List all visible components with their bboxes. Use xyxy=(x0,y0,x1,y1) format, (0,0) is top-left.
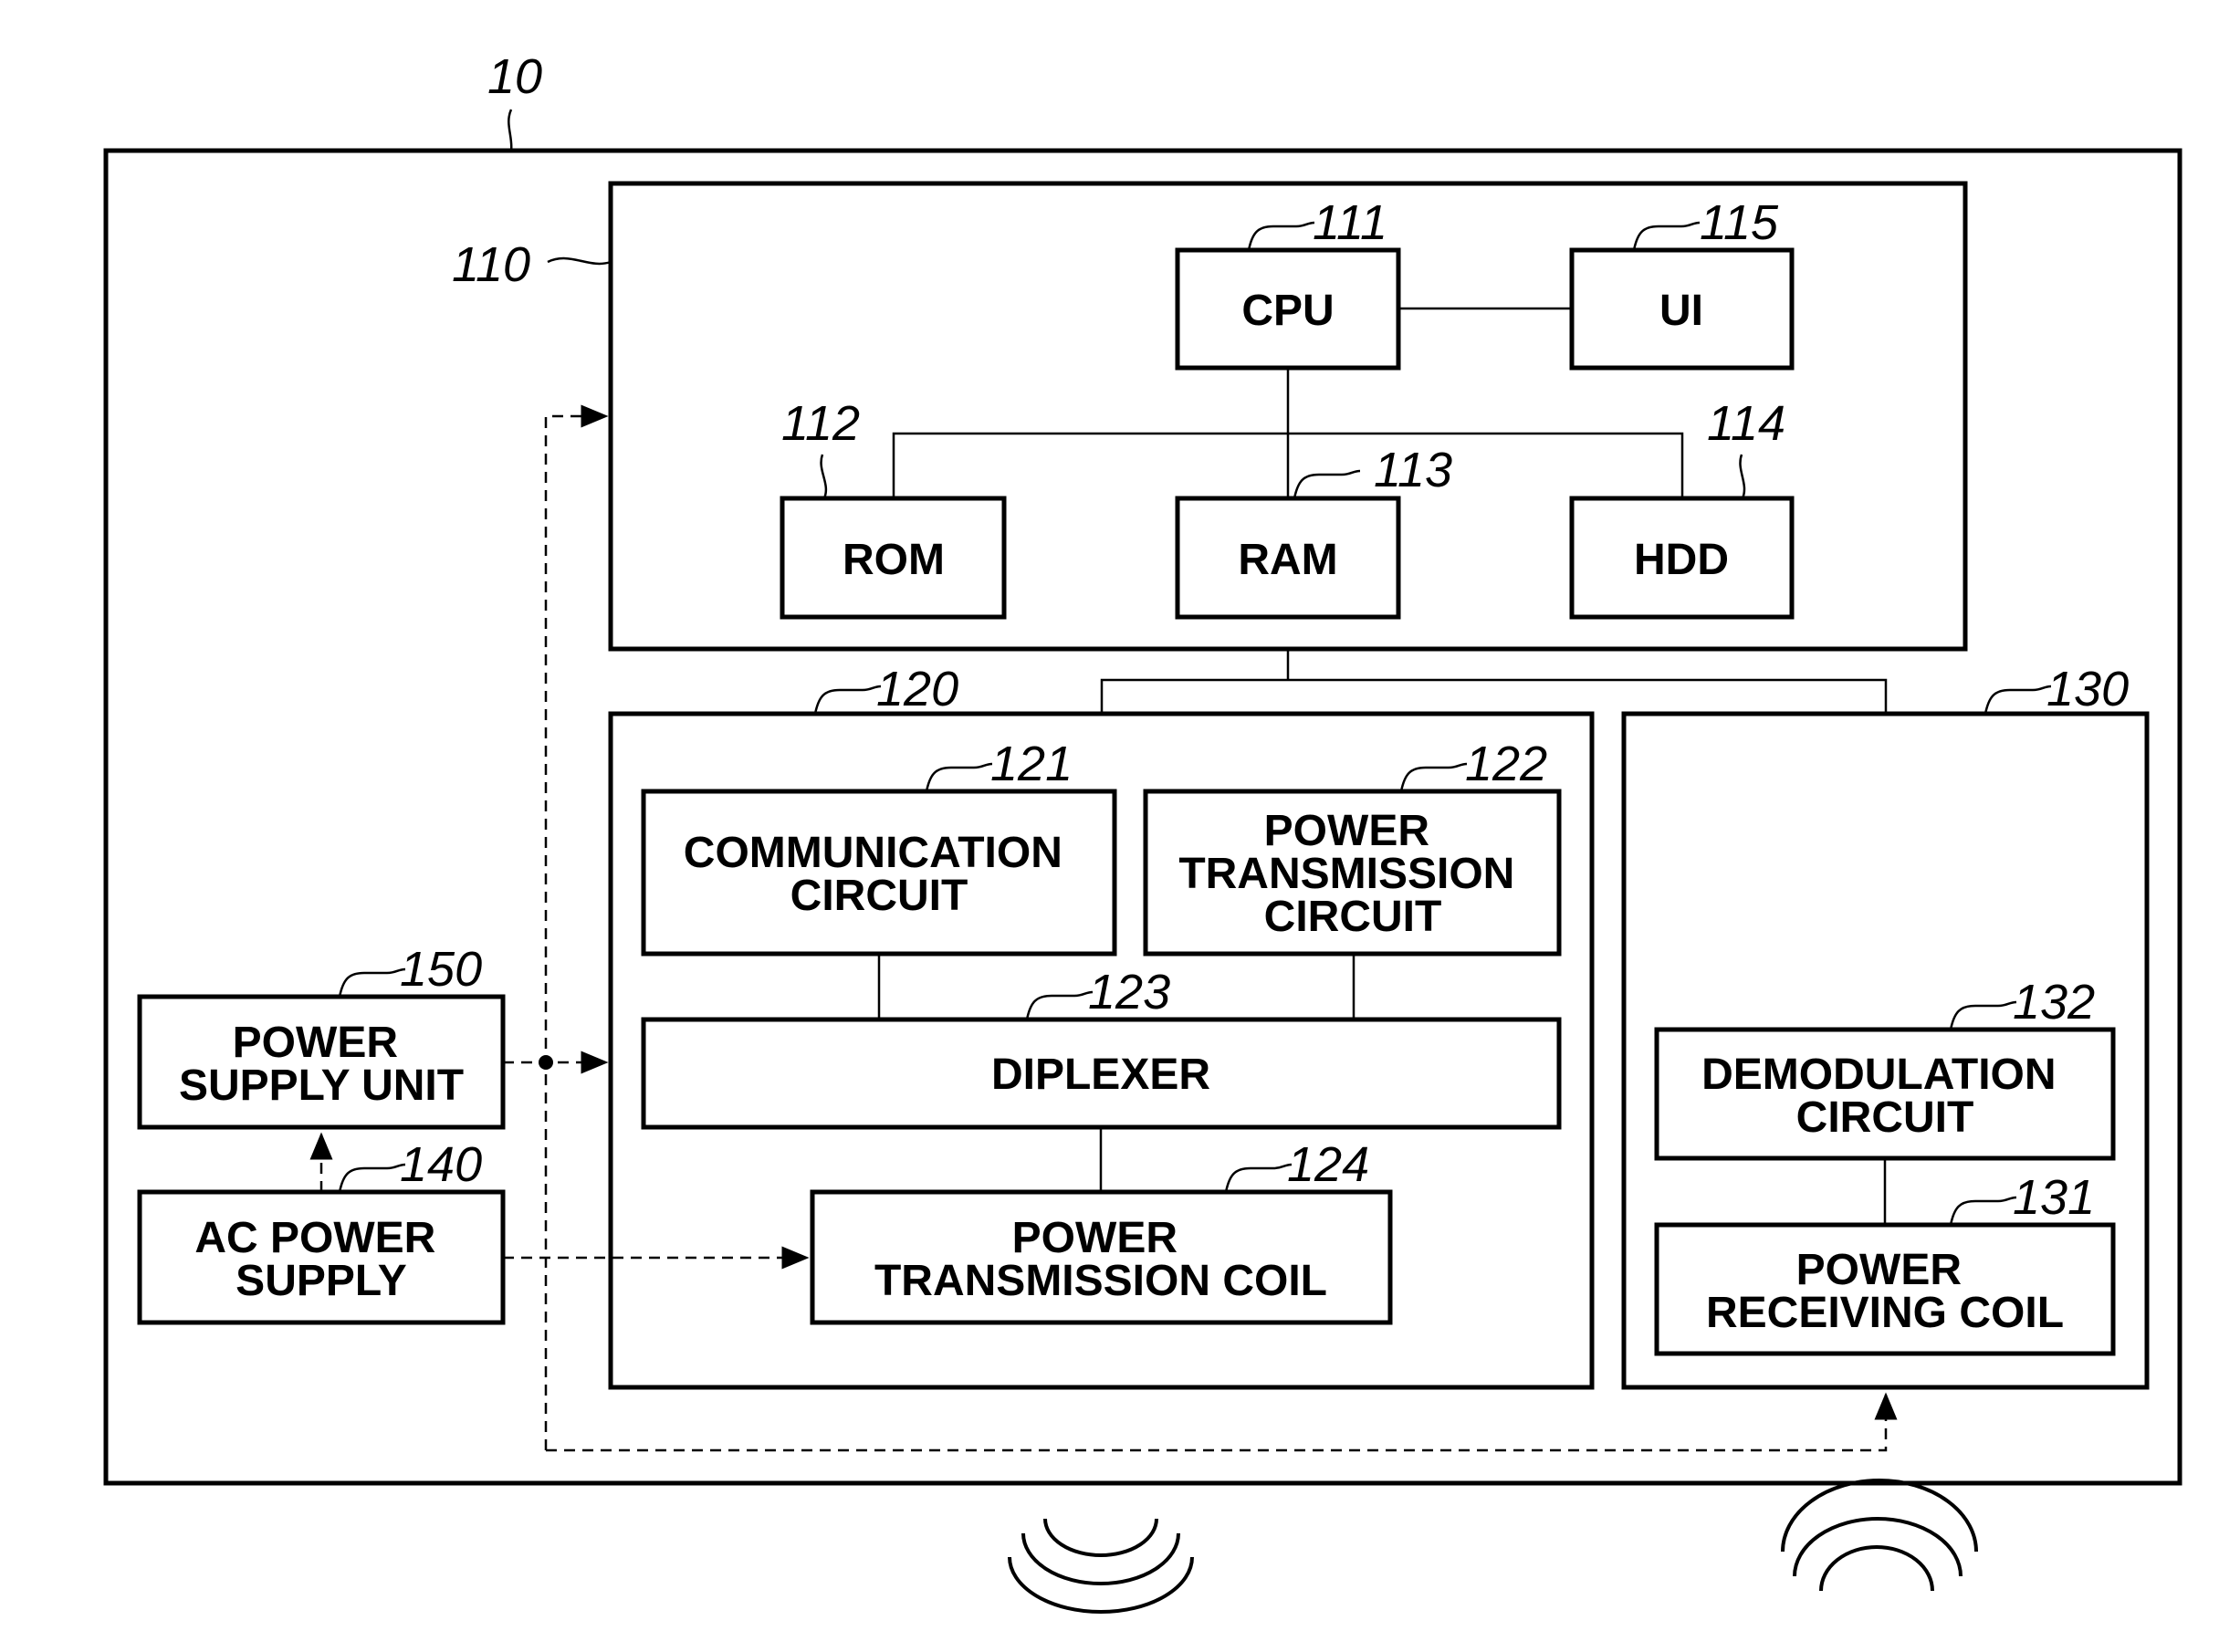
wireless-transmit-icon xyxy=(1008,1518,1194,1614)
ram-ref: 113 xyxy=(1374,443,1452,497)
hdd-label: HDD xyxy=(1634,536,1729,584)
transmitter-ref: 120 xyxy=(876,662,958,716)
ac-power-supply-ref: 140 xyxy=(400,1137,482,1192)
hdd-ref: 114 xyxy=(1707,396,1785,451)
diplexer-label: DIPLEXER xyxy=(991,1051,1210,1099)
power-receiving-coil-ref: 131 xyxy=(2013,1170,2095,1225)
device-leader xyxy=(508,109,513,152)
cpu-ref: 111 xyxy=(1313,195,1387,250)
receiver-ref: 130 xyxy=(2046,662,2129,716)
rom-ref: 112 xyxy=(781,396,860,451)
cpu-label: CPU xyxy=(1241,287,1334,335)
rom-label: ROM xyxy=(843,536,945,584)
ram-label: RAM xyxy=(1238,536,1337,584)
ui-ref: 115 xyxy=(1700,195,1779,250)
control-ref: 110 xyxy=(452,237,530,292)
block-diagram: 10 110 CPU 111 UI 115 ROM 112 RAM 113 HD… xyxy=(103,49,2182,1614)
wireless-receive-icon xyxy=(1781,1479,1978,1592)
ui-label: UI xyxy=(1659,287,1703,335)
device-ref: 10 xyxy=(487,49,542,104)
power-transmission-circuit-ref: 122 xyxy=(1465,737,1547,791)
power-transmission-coil-ref: 124 xyxy=(1287,1137,1369,1192)
demodulation-circuit-ref: 132 xyxy=(2013,975,2095,1030)
communication-circuit-ref: 121 xyxy=(990,737,1073,791)
power-supply-unit-ref: 150 xyxy=(400,942,482,997)
diplexer-ref: 123 xyxy=(1088,965,1170,1019)
